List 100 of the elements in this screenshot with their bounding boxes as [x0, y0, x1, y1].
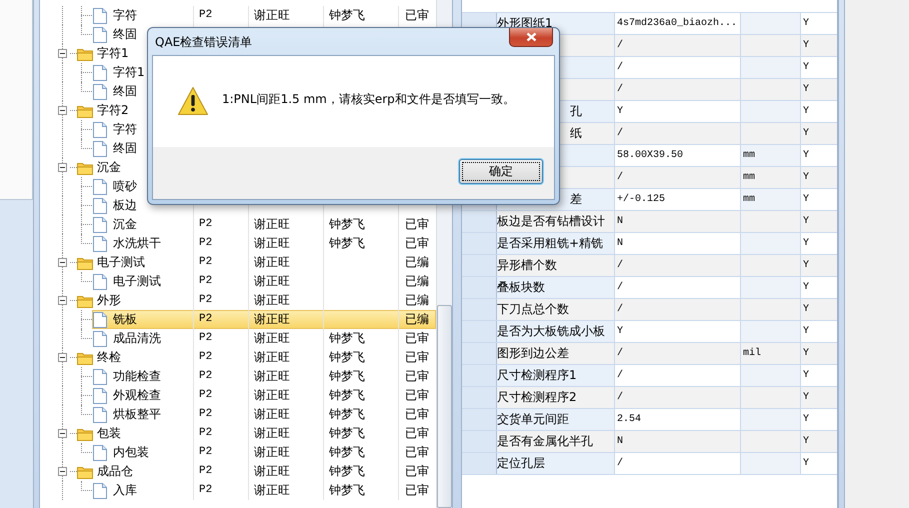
splitter[interactable]: [33, 0, 40, 508]
tree-row[interactable]: 电子测试 P2 谢正旺 已编: [40, 253, 436, 272]
tree-label[interactable]: 字符2: [97, 101, 129, 120]
tree-label[interactable]: 包装: [97, 424, 121, 443]
table-cell: 尺寸检测程序2: [497, 387, 615, 408]
window-title: QAE检查错误清单: [155, 34, 252, 51]
tree-label[interactable]: 成品清洗: [113, 329, 161, 348]
tree-row[interactable]: 外观检查 P2 谢正旺 钟梦飞 已审: [40, 386, 436, 405]
table-cell: mil: [741, 343, 801, 364]
tree-label[interactable]: 喷砂: [113, 177, 137, 196]
table-cell: 异形槽个数: [497, 255, 615, 276]
tree-row[interactable]: 烘板整平 P2 谢正旺 钟梦飞 已审: [40, 405, 436, 424]
table-cell: 谢正旺: [248, 234, 323, 253]
tree-label[interactable]: 外形: [97, 291, 121, 310]
table-cell-text: Y: [802, 105, 810, 119]
tree-row[interactable]: 终检 P2 谢正旺 钟梦飞 已审: [40, 348, 436, 367]
collapse-icon[interactable]: [58, 467, 67, 476]
tree-label[interactable]: 字符: [113, 6, 137, 25]
document-icon: [93, 198, 107, 214]
table-cell-text: Y: [802, 259, 810, 273]
table-cell-text: Y: [802, 457, 810, 471]
warning-icon: [177, 86, 209, 116]
table-cell: 谢正旺: [248, 310, 323, 329]
table-cell: 钟梦飞: [323, 215, 398, 234]
collapse-icon[interactable]: [58, 429, 67, 438]
tree-row[interactable]: 字符 P2 谢正旺 钟梦飞 已审: [40, 6, 436, 25]
table-cell: 谢正旺: [248, 424, 323, 443]
splitter[interactable]: [838, 0, 845, 508]
tree-row[interactable]: 成品清洗 P2 谢正旺 钟梦飞 已审: [40, 329, 436, 348]
table-cell: 谢正旺: [248, 405, 323, 424]
table-cell: P2: [193, 367, 248, 386]
table-cell: 交货单元间距: [497, 409, 615, 430]
collapse-icon[interactable]: [58, 49, 67, 58]
folder-icon: [77, 426, 93, 440]
collapse-icon[interactable]: [58, 296, 67, 305]
table-cell: 谢正旺: [248, 367, 323, 386]
table-cell: P2: [193, 386, 248, 405]
table-cell-text: Y: [802, 215, 810, 229]
tree-label[interactable]: 沉金: [97, 158, 121, 177]
table-cell: P2: [193, 405, 248, 424]
tree-label[interactable]: 终固: [113, 25, 137, 44]
table-cell: mm: [741, 145, 801, 166]
table-cell-text: Y: [802, 193, 810, 207]
tree-row[interactable]: 沉金 P2 谢正旺 钟梦飞 已审: [40, 215, 436, 234]
table-cell-text: Y: [802, 83, 810, 97]
tree-label[interactable]: 烘板整平: [113, 405, 161, 424]
table-cell-text: Y: [802, 127, 810, 141]
tree-label[interactable]: 内包装: [113, 443, 149, 462]
table-cell: mm: [741, 189, 801, 210]
tree-label[interactable]: 水洗烘干: [113, 234, 161, 253]
tree-label[interactable]: 电子测试: [97, 253, 145, 272]
tree-label[interactable]: 终检: [97, 348, 121, 367]
table-cell: P2: [193, 253, 248, 272]
tree-label[interactable]: 外观检查: [113, 386, 161, 405]
table-cell: 钟梦飞: [323, 462, 398, 481]
folder-icon: [77, 256, 93, 270]
tree-label[interactable]: 字符1: [113, 63, 145, 82]
folder-icon: [77, 160, 93, 174]
tree-row[interactable]: 内包装 P2 谢正旺 钟梦飞 已审: [40, 443, 436, 462]
tree-label[interactable]: 成品仓: [97, 462, 133, 481]
table-cell: 钟梦飞: [323, 367, 398, 386]
table-cell-text: Y: [802, 61, 810, 75]
tree-label[interactable]: 电子测试: [113, 272, 161, 291]
table-cell: 下刀点总个数: [497, 299, 615, 320]
table-cell-text: Y: [802, 39, 810, 53]
tree-label[interactable]: 入库: [113, 481, 137, 500]
collapse-icon[interactable]: [58, 258, 67, 267]
tree-label[interactable]: 字符1: [97, 44, 129, 63]
tree-label[interactable]: 终固: [113, 82, 137, 101]
tree-label[interactable]: 字符: [113, 120, 137, 139]
document-icon: [93, 388, 107, 404]
document-icon: [93, 236, 107, 252]
table-cell: 谢正旺: [248, 348, 323, 367]
table-cell: 钟梦飞: [323, 234, 398, 253]
tree-label[interactable]: 终固: [113, 139, 137, 158]
document-icon: [93, 274, 107, 290]
table-cell-text: Y: [802, 303, 810, 317]
tree-row[interactable]: 包装 P2 谢正旺 钟梦飞 已审: [40, 424, 436, 443]
close-button[interactable]: [509, 28, 553, 47]
collapse-icon[interactable]: [58, 106, 67, 115]
scroll-thumb[interactable]: [437, 305, 452, 508]
tree-row[interactable]: 水洗烘干 P2 谢正旺 钟梦飞 已审: [40, 234, 436, 253]
table-cell: 谢正旺: [248, 386, 323, 405]
document-icon: [93, 444, 107, 460]
tree-label[interactable]: 板边: [113, 196, 137, 215]
collapse-icon[interactable]: [58, 353, 67, 362]
table-cell: 叠板块数: [497, 277, 615, 298]
ok-button[interactable]: 确定: [459, 159, 543, 184]
document-icon: [93, 482, 107, 498]
document-icon: [93, 26, 107, 42]
table-cell: mm: [741, 167, 801, 188]
tree-row[interactable]: 成品仓 P2 谢正旺 钟梦飞 已审: [40, 462, 436, 481]
tree-label[interactable]: 铣板: [113, 310, 137, 329]
tree-row[interactable]: 功能检查 P2 谢正旺 钟梦飞 已审: [40, 367, 436, 386]
tree-row[interactable]: 入库 P2 谢正旺 钟梦飞 已审: [40, 481, 436, 500]
collapse-icon[interactable]: [58, 163, 67, 172]
table-cell: P2: [193, 272, 248, 291]
tree-row[interactable]: 电子测试 P2 谢正旺 已编: [40, 272, 436, 291]
tree-label[interactable]: 沉金: [113, 215, 137, 234]
tree-label[interactable]: 功能检查: [113, 367, 161, 386]
